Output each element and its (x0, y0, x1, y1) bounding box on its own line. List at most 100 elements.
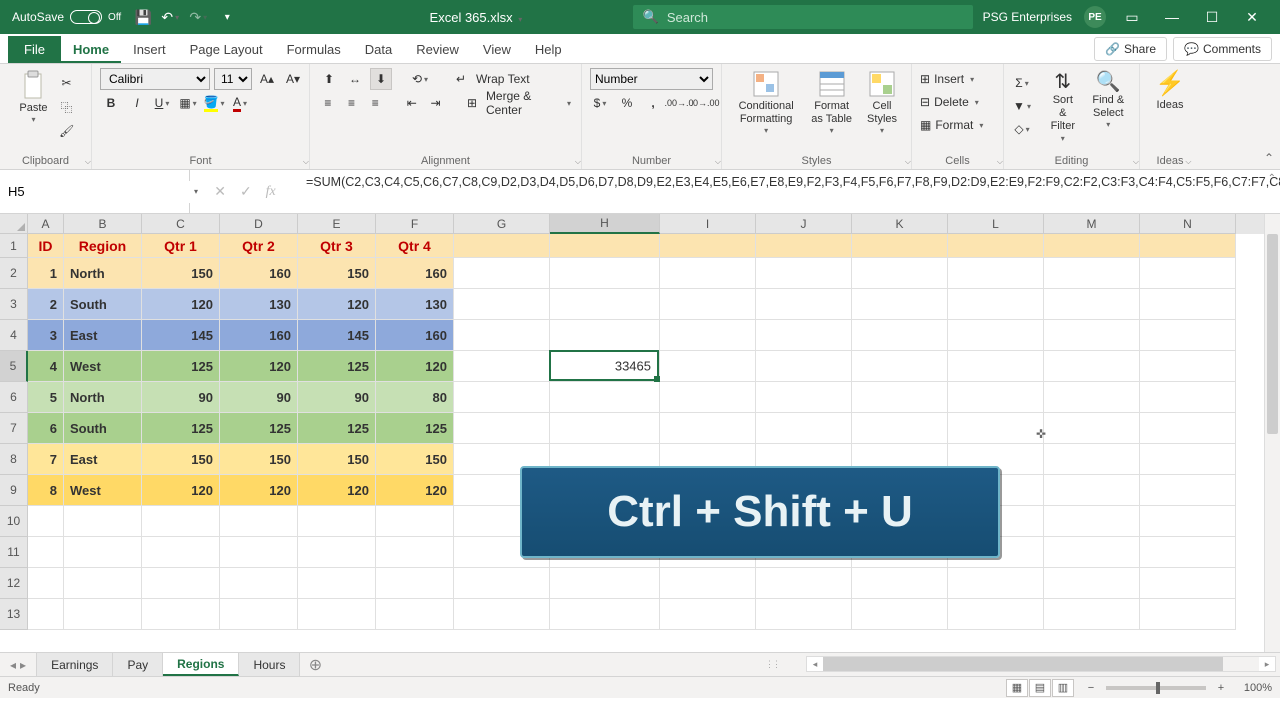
cell[interactable] (756, 351, 852, 382)
row-header[interactable]: 12 (0, 568, 28, 599)
cell[interactable]: 130 (376, 289, 454, 320)
ideas-button[interactable]: ⚡Ideas (1149, 68, 1191, 114)
cell[interactable] (550, 320, 660, 351)
column-header[interactable]: A (28, 214, 64, 234)
cell[interactable] (454, 382, 550, 413)
cell[interactable] (852, 568, 948, 599)
cell[interactable] (376, 599, 454, 630)
maximize-icon[interactable]: ☐ (1202, 7, 1222, 27)
collapse-ribbon-icon[interactable]: ⌃ (1264, 151, 1274, 165)
merge-center-label[interactable]: Merge & Center (486, 89, 561, 117)
cell[interactable] (1140, 320, 1236, 351)
cell[interactable] (948, 382, 1044, 413)
cell[interactable] (852, 234, 948, 258)
align-center-icon[interactable]: ≡ (342, 92, 362, 114)
cell[interactable] (1044, 320, 1140, 351)
cell[interactable]: 150 (376, 444, 454, 475)
cell[interactable]: 160 (376, 320, 454, 351)
cell[interactable] (376, 537, 454, 568)
find-select-button[interactable]: 🔍Find & Select▾ (1086, 68, 1131, 132)
cell[interactable]: 7 (28, 444, 64, 475)
cell[interactable] (550, 568, 660, 599)
sheet-tab[interactable]: Earnings (37, 653, 113, 676)
cell[interactable]: 90 (220, 382, 298, 413)
cell[interactable]: 4 (28, 351, 64, 382)
vertical-scroll-thumb[interactable] (1267, 234, 1278, 434)
cell[interactable] (1140, 568, 1236, 599)
cell[interactable] (376, 506, 454, 537)
cell[interactable] (948, 258, 1044, 289)
cell[interactable] (142, 568, 220, 599)
cell[interactable]: 90 (142, 382, 220, 413)
expand-formula-bar-icon[interactable]: ⌃ (1268, 172, 1276, 187)
horizontal-scrollbar[interactable]: ◂ ▸ (806, 656, 1276, 672)
cell[interactable] (1044, 382, 1140, 413)
wrap-text-button[interactable]: ↵ (450, 68, 472, 90)
decrease-font-icon[interactable]: A▾ (282, 68, 304, 90)
orientation-icon[interactable]: ⟲▾ (410, 68, 432, 90)
cell[interactable]: 2 (28, 289, 64, 320)
avatar[interactable]: PE (1084, 6, 1106, 28)
cell[interactable] (756, 413, 852, 444)
cell[interactable]: 145 (298, 320, 376, 351)
cell[interactable] (1140, 475, 1236, 506)
cell[interactable]: 125 (298, 351, 376, 382)
cell[interactable] (948, 568, 1044, 599)
decrease-decimal-icon[interactable]: .0→.00 (694, 92, 716, 114)
cell[interactable] (852, 320, 948, 351)
cell[interactable] (660, 320, 756, 351)
cell[interactable] (852, 351, 948, 382)
cell[interactable] (948, 351, 1044, 382)
row-header[interactable]: 9 (0, 475, 28, 506)
cell[interactable]: 120 (220, 351, 298, 382)
cell[interactable]: Qtr 1 (142, 234, 220, 258)
cell[interactable] (1140, 506, 1236, 537)
percent-format-icon[interactable]: % (616, 92, 638, 114)
column-header[interactable]: H (550, 214, 660, 234)
tab-insert[interactable]: Insert (121, 36, 178, 63)
close-icon[interactable]: ✕ (1242, 7, 1262, 27)
page-layout-view-icon[interactable]: ▤ (1029, 679, 1051, 697)
zoom-out-button[interactable]: − (1084, 682, 1098, 694)
search-input[interactable]: 🔍 Search (633, 5, 973, 29)
cell[interactable]: 3 (28, 320, 64, 351)
cell[interactable] (64, 537, 142, 568)
cell[interactable]: West (64, 351, 142, 382)
column-header[interactable]: L (948, 214, 1044, 234)
cell[interactable] (142, 599, 220, 630)
cell[interactable]: South (64, 289, 142, 320)
cell[interactable] (852, 599, 948, 630)
sheet-tab[interactable]: Regions (163, 653, 239, 676)
minimize-icon[interactable]: — (1162, 7, 1182, 27)
cell[interactable] (1044, 351, 1140, 382)
cell[interactable]: 125 (142, 351, 220, 382)
cell[interactable] (550, 234, 660, 258)
cell[interactable] (298, 568, 376, 599)
cell[interactable] (1044, 444, 1140, 475)
cell[interactable] (64, 568, 142, 599)
cell[interactable] (220, 537, 298, 568)
cell[interactable] (550, 258, 660, 289)
column-header[interactable]: E (298, 214, 376, 234)
zoom-slider[interactable] (1106, 686, 1206, 690)
cell[interactable] (454, 234, 550, 258)
cell[interactable] (660, 234, 756, 258)
cell[interactable] (1044, 568, 1140, 599)
cell[interactable] (550, 351, 660, 382)
page-break-view-icon[interactable]: ▥ (1052, 679, 1074, 697)
row-header[interactable]: 7 (0, 413, 28, 444)
cell[interactable]: South (64, 413, 142, 444)
vertical-scrollbar[interactable] (1264, 214, 1280, 652)
select-all-button[interactable] (0, 214, 28, 234)
cell[interactable] (64, 506, 142, 537)
cell[interactable] (660, 413, 756, 444)
cell[interactable]: Qtr 2 (220, 234, 298, 258)
cell[interactable] (1140, 289, 1236, 320)
cell[interactable] (454, 351, 550, 382)
cell[interactable]: 5 (28, 382, 64, 413)
normal-view-icon[interactable]: ▦ (1006, 679, 1028, 697)
scroll-right-icon[interactable]: ▸ (1259, 657, 1275, 671)
cell[interactable]: East (64, 320, 142, 351)
row-header[interactable]: 1 (0, 234, 28, 258)
cell[interactable] (756, 568, 852, 599)
